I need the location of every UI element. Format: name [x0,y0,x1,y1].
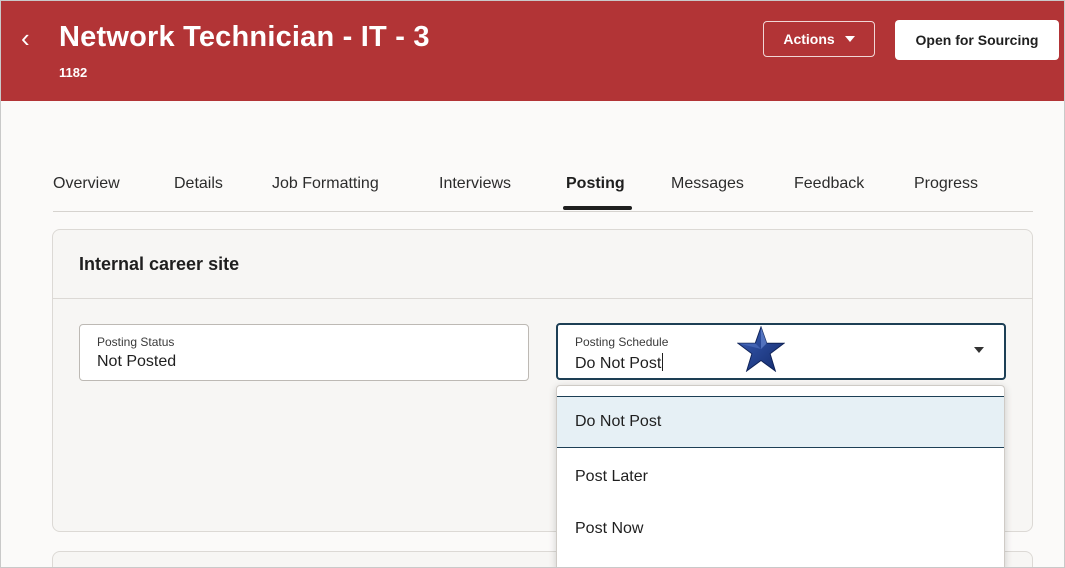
posting-status-field: Posting Status Not Posted [79,324,529,381]
active-tab-indicator [563,206,632,210]
posting-status-label: Posting Status [97,335,175,349]
option-post-now[interactable]: Post Now [557,504,1004,556]
posting-schedule-label: Posting Schedule [575,335,669,349]
card-header: Internal career site [53,230,1032,299]
posting-schedule-value-wrap: Do Not Post [575,353,664,373]
back-icon[interactable]: ‹ [21,23,30,53]
open-for-sourcing-button[interactable]: Open for Sourcing [895,20,1059,60]
tab-messages[interactable]: Messages [671,175,744,193]
tab-job-formatting[interactable]: Job Formatting [272,175,379,193]
actions-button[interactable]: Actions [763,21,875,57]
chevron-down-icon[interactable] [974,347,984,353]
app-frame: ‹ Network Technician - IT - 3 1182 Actio… [0,0,1065,568]
star-icon [737,326,785,372]
tab-posting[interactable]: Posting [566,175,625,193]
chevron-down-icon [844,36,855,42]
tab-overview[interactable]: Overview [53,175,120,193]
posting-schedule-value: Do Not Post [575,355,662,372]
option-label: Post Now [575,520,644,537]
open-for-sourcing-label: Open for Sourcing [915,32,1039,48]
tab-feedback[interactable]: Feedback [794,175,864,193]
actions-button-label: Actions [783,31,835,47]
option-label: Post Later [575,468,648,485]
posting-status-value: Not Posted [97,353,177,370]
posting-schedule-dropdown: Do Not Post Post Later Post Now [556,385,1005,567]
requisition-id: 1182 [59,65,88,80]
option-do-not-post[interactable]: Do Not Post [557,396,1004,448]
text-cursor [662,353,664,371]
page-title: Network Technician - IT - 3 [59,21,430,53]
tab-progress[interactable]: Progress [914,175,978,193]
option-label: Do Not Post [575,413,662,430]
option-post-later[interactable]: Post Later [557,452,1004,504]
tab-details[interactable]: Details [174,175,223,193]
page-header: ‹ Network Technician - IT - 3 1182 Actio… [1,1,1064,101]
tab-bar: Overview Details Job Formatting Intervie… [53,161,1033,212]
tab-interviews[interactable]: Interviews [439,175,511,193]
section-title: Internal career site [79,254,240,274]
